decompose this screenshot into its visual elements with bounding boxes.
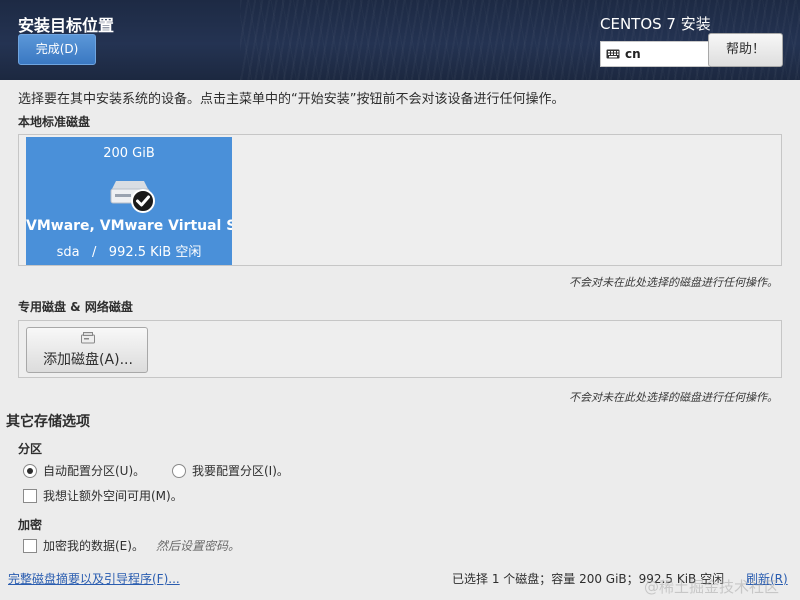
- spoke-header: 安装目标位置 完成(D) CENTOS 7 安装 cn 帮助！: [0, 0, 800, 80]
- hard-disk-checked-icon: [110, 181, 155, 213]
- radio-selected-indicator: [23, 463, 37, 478]
- special-disk-note: 不会对未在此处选择的磁盘进行任何操作。: [569, 391, 778, 404]
- disk-name: VMware, VMware Virtual S: [26, 218, 232, 234]
- disk-tile-sda[interactable]: 200 GiB VMware, VMware Virtual S sda / 9…: [26, 137, 232, 265]
- encrypt-hint: 然后设置密码。: [155, 539, 240, 553]
- local-disks-label: 本地标准磁盘: [18, 115, 91, 129]
- partition-label: 分区: [18, 442, 43, 456]
- special-disk-area: 添加磁盘(A)...: [18, 320, 782, 378]
- encrypt-data-label: 加密我的数据(E)。: [43, 539, 144, 553]
- radio-unselected-indicator: [172, 463, 186, 478]
- keyboard-layout-indicator[interactable]: cn: [600, 41, 710, 67]
- add-disk-icon: [81, 332, 95, 344]
- encryption-label: 加密: [18, 518, 43, 532]
- disk-size: 200 GiB: [103, 146, 155, 161]
- special-disks-label: 专用磁盘 & 网络磁盘: [18, 300, 133, 314]
- extra-space-checkbox[interactable]: 我想让额外空间可用(M)。: [23, 487, 183, 504]
- keyboard-layout-label: cn: [625, 47, 641, 61]
- keyboard-icon: [606, 49, 620, 59]
- help-button[interactable]: 帮助！: [708, 33, 783, 67]
- auto-partition-label: 自动配置分区(U)。: [43, 464, 146, 478]
- checkbox-box: [23, 538, 37, 553]
- local-disk-note: 不会对未在此处选择的磁盘进行任何操作。: [569, 276, 778, 289]
- other-storage-title: 其它存储选项: [6, 414, 90, 430]
- add-disk-button[interactable]: 添加磁盘(A)...: [26, 327, 148, 373]
- extra-space-label: 我想让额外空间可用(M)。: [43, 489, 183, 503]
- manual-partition-radio[interactable]: 我要配置分区(I)。: [172, 462, 289, 479]
- local-disk-area: 200 GiB VMware, VMware Virtual S sda / 9…: [18, 134, 782, 266]
- product-title: CENTOS 7 安装: [600, 15, 711, 33]
- encrypt-data-checkbox[interactable]: 加密我的数据(E)。 然后设置密码。: [23, 537, 240, 554]
- disk-info: sda / 992.5 KiB 空闲: [56, 245, 202, 260]
- auto-partition-radio[interactable]: 自动配置分区(U)。: [23, 462, 145, 479]
- watermark: @稀土掘金技术社区: [644, 578, 780, 596]
- done-button[interactable]: 完成(D): [18, 34, 96, 65]
- checkbox-box: [23, 488, 37, 503]
- intro-text: 选择要在其中安装系统的设备。点击主菜单中的“开始安装”按钮前不会对该设备进行任何…: [18, 92, 565, 107]
- spoke-title: 安装目标位置: [18, 16, 115, 35]
- add-disk-label: 添加磁盘(A)...: [43, 352, 133, 368]
- full-disk-summary-link[interactable]: 完整磁盘摘要以及引导程序(F)...: [8, 570, 180, 587]
- manual-partition-label: 我要配置分区(I)。: [192, 464, 289, 478]
